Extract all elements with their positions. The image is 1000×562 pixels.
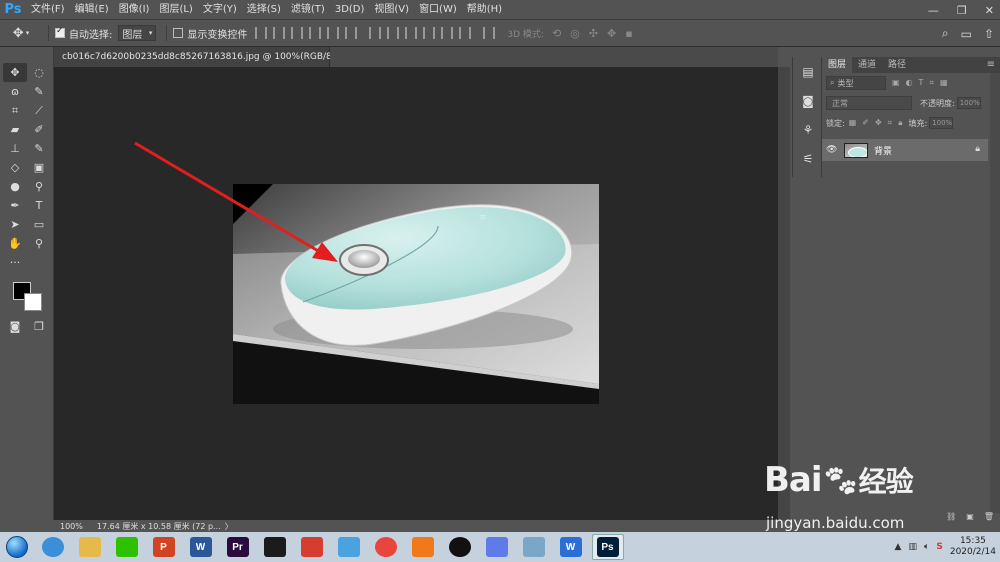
- powerpoint-icon: P: [152, 537, 175, 557]
- search-icon: ⌕: [830, 78, 835, 87]
- clock[interactable]: 15:35 2020/2/14: [950, 536, 996, 558]
- taskbar-app-app-plane[interactable]: [481, 534, 513, 560]
- canvas-scrollbar[interactable]: [778, 67, 790, 520]
- taskbar-app-word[interactable]: W: [185, 534, 217, 560]
- filter-smart-icon[interactable]: ▦: [940, 78, 948, 88]
- document-info: 17.64 厘米 x 10.58 厘米 (72 p...: [96, 521, 221, 531]
- layers-bottom-bar: ⛓ ▣ 🗑︎: [822, 512, 1000, 522]
- app-plane-icon: [485, 537, 508, 557]
- lock-transparent-icon[interactable]: ▦: [849, 118, 857, 128]
- new-layer-icon[interactable]: ▣: [966, 512, 974, 522]
- tab-layers[interactable]: 图层: [822, 57, 853, 73]
- taskbar-app-ie[interactable]: [37, 534, 69, 560]
- taskbar-app-wps[interactable]: W: [555, 534, 587, 560]
- taskbar: P W Pr W Ps ▲ ▥ 🔈︎ S 15:35 2020/2/14: [0, 532, 1000, 562]
- eye-icon[interactable]: 👁︎: [826, 145, 844, 155]
- taskbar-app-app-orange[interactable]: [407, 534, 439, 560]
- lock-icons: ▦ ✐ ✥ ⌗ 🔒︎: [849, 118, 903, 128]
- layer-kind-placeholder: 类型: [837, 78, 854, 88]
- arrow-shaft: [134, 141, 321, 254]
- taskbar-apps: P W Pr W Ps: [34, 534, 626, 560]
- ie-icon: [41, 537, 64, 557]
- lock-all-icon[interactable]: 🔒︎: [898, 118, 902, 128]
- blend-mode-dropdown[interactable]: 正常: [826, 96, 912, 110]
- lock-icon: 🔒︎: [975, 144, 980, 154]
- app-orange-icon: [411, 537, 434, 557]
- taskbar-app-explorer[interactable]: [74, 534, 106, 560]
- lock-row: 锁定: ▦ ✐ ✥ ⌗ 🔒︎ 填充: 100%: [822, 113, 1000, 133]
- layer-kind-filter[interactable]: ⌕ 类型: [826, 76, 886, 90]
- layers-scrollbar[interactable]: [990, 73, 1000, 513]
- history-panel-icon[interactable]: ▤: [793, 57, 823, 86]
- filter-pixel-icon[interactable]: ▣: [892, 78, 900, 88]
- filter-icons: ▣ ◐ T ⌗ ▦: [892, 78, 948, 88]
- adjustments-panel-icon[interactable]: ⚟: [793, 144, 823, 173]
- taskbar-app-app-blue[interactable]: [333, 534, 365, 560]
- wechat-icon: [115, 537, 138, 557]
- brush-panel-icon[interactable]: ⚘: [793, 115, 823, 144]
- sogou-icon[interactable]: S: [936, 542, 942, 552]
- taskbar-app-premiere[interactable]: Pr: [222, 534, 254, 560]
- taskbar-app-photoshop[interactable]: Ps: [591, 534, 624, 560]
- premiere-icon: Pr: [226, 537, 249, 557]
- link-layers-icon[interactable]: ⛓: [946, 512, 956, 522]
- volume-icon[interactable]: 🔈︎: [924, 542, 929, 552]
- panel-icon-strip: ▤ ◙ ⚘ ⚟: [792, 57, 822, 177]
- app-red-icon: [300, 537, 323, 557]
- app-blue-icon: [337, 537, 360, 557]
- taskbar-app-chrome[interactable]: [370, 534, 402, 560]
- taskbar-app-app-note[interactable]: [518, 534, 550, 560]
- video-icon: [263, 537, 286, 557]
- tab-paths[interactable]: 路径: [882, 57, 912, 73]
- tab-channels[interactable]: 通道: [852, 57, 882, 73]
- properties-panel-icon[interactable]: ◙: [793, 86, 823, 115]
- photoshop-icon: Ps: [596, 537, 619, 557]
- filter-type-icon[interactable]: T: [919, 78, 924, 88]
- status-bar: 100% 17.64 厘米 x 10.58 厘米 (72 p... 〉: [54, 520, 778, 532]
- clock-date: 2020/2/14: [949, 547, 996, 557]
- system-tray: ▲ ▥ 🔈︎ S 15:35 2020/2/14: [895, 532, 996, 562]
- wps-icon: W: [559, 537, 582, 557]
- blend-mode-value: 正常: [832, 98, 848, 108]
- layer-row[interactable]: 👁︎ 背景 🔒︎: [822, 139, 988, 161]
- opacity-label: 不透明度:: [920, 98, 955, 108]
- layers-panel: 图层 通道 路径 ≡ ⌕ 类型 ▣ ◐ T ⌗ ▦ 正常 不透明度: 100% …: [822, 57, 1000, 522]
- app-note-icon: [522, 537, 545, 557]
- lock-artboard-icon[interactable]: ⌗: [888, 118, 893, 128]
- taskbar-app-video[interactable]: [259, 534, 291, 560]
- filter-adjust-icon[interactable]: ◐: [906, 78, 913, 88]
- windows-orb-icon: [6, 536, 28, 558]
- taskbar-app-qq[interactable]: [444, 534, 476, 560]
- tray-up-icon[interactable]: ▲: [895, 542, 902, 552]
- taskbar-app-powerpoint[interactable]: P: [148, 534, 180, 560]
- status-arrow-icon[interactable]: 〉: [225, 521, 233, 532]
- lock-move-icon[interactable]: ✥: [875, 118, 882, 128]
- filter-shape-icon[interactable]: ⌗: [929, 78, 934, 88]
- panel-menu-icon[interactable]: ≡: [987, 59, 995, 70]
- explorer-icon: [78, 537, 101, 557]
- fill-field[interactable]: 100%: [929, 117, 954, 129]
- word-icon: W: [189, 537, 212, 557]
- opacity-field[interactable]: 100%: [956, 97, 981, 109]
- chrome-icon: [374, 537, 397, 557]
- qq-icon: [448, 537, 471, 557]
- start-button[interactable]: [0, 533, 34, 561]
- lock-paint-icon[interactable]: ✐: [862, 118, 869, 128]
- network-icon[interactable]: ▥: [908, 542, 917, 552]
- taskbar-app-app-red[interactable]: [296, 534, 328, 560]
- panel-tabs: 图层 通道 路径 ≡: [822, 57, 1000, 73]
- delete-layer-icon[interactable]: 🗑︎: [984, 512, 994, 522]
- fill-label: 填充:: [908, 118, 928, 128]
- clock-time: 15:35: [959, 536, 986, 546]
- layer-filter-row: ⌕ 类型 ▣ ◐ T ⌗ ▦: [822, 73, 1000, 93]
- blend-row: 正常 不透明度: 100%: [822, 93, 1000, 113]
- taskbar-app-wechat[interactable]: [111, 534, 143, 560]
- layer-thumbnail: [844, 142, 868, 158]
- zoom-level[interactable]: 100%: [60, 522, 83, 531]
- lock-label: 锁定:: [826, 118, 845, 128]
- layer-name: 背景: [874, 146, 893, 157]
- arrow-head: [312, 242, 338, 262]
